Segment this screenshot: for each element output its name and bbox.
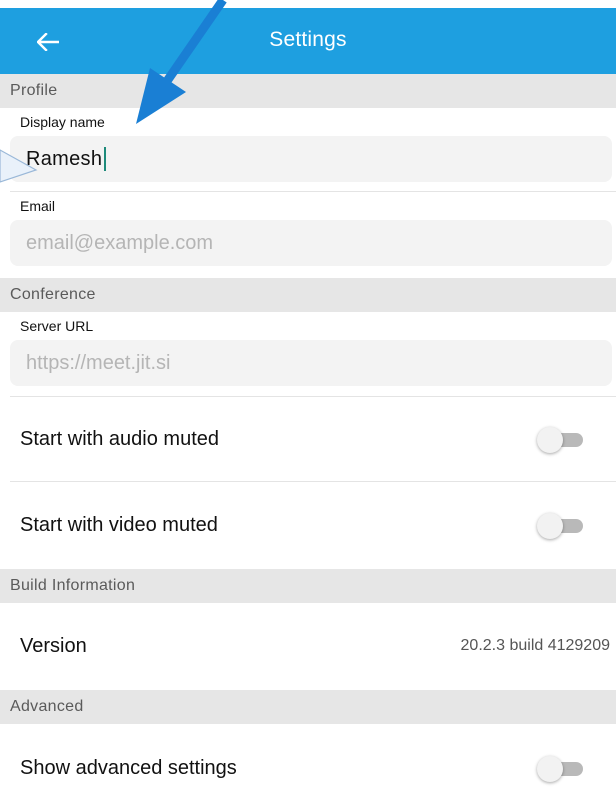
server-url-placeholder: https://meet.jit.si — [26, 351, 171, 374]
section-header-conference: Conference — [0, 278, 616, 312]
version-label: Version — [20, 635, 87, 657]
show-advanced-toggle[interactable] — [537, 756, 589, 782]
server-url-label: Server URL — [20, 318, 94, 334]
section-header-advanced: Advanced — [0, 690, 616, 724]
show-advanced-label: Show advanced settings — [20, 757, 237, 779]
section-header-build: Build Information — [0, 569, 616, 603]
version-value: 20.2.3 build 4129209 — [460, 637, 610, 654]
section-header-profile: Profile — [0, 74, 616, 108]
audio-muted-label: Start with audio muted — [20, 428, 219, 450]
audio-muted-toggle[interactable] — [537, 427, 589, 453]
toggle-knob — [537, 756, 563, 782]
video-muted-label: Start with video muted — [20, 514, 218, 536]
text-cursor — [104, 147, 107, 171]
divider — [10, 191, 616, 192]
display-name-label: Display name — [20, 114, 105, 130]
display-name-value: Ramesh — [26, 147, 103, 170]
email-field[interactable]: email@example.com — [10, 220, 612, 266]
status-strip — [0, 0, 616, 8]
server-url-field[interactable]: https://meet.jit.si — [10, 340, 612, 386]
email-label: Email — [20, 198, 56, 214]
display-name-field[interactable]: Ramesh — [10, 136, 612, 182]
divider — [10, 481, 616, 482]
video-muted-toggle[interactable] — [537, 513, 589, 539]
toggle-knob — [537, 513, 563, 539]
toggle-knob — [537, 427, 563, 453]
app-bar: Settings — [0, 0, 616, 74]
divider — [10, 396, 616, 397]
page-title: Settings — [269, 28, 347, 51]
email-placeholder: email@example.com — [26, 231, 214, 254]
